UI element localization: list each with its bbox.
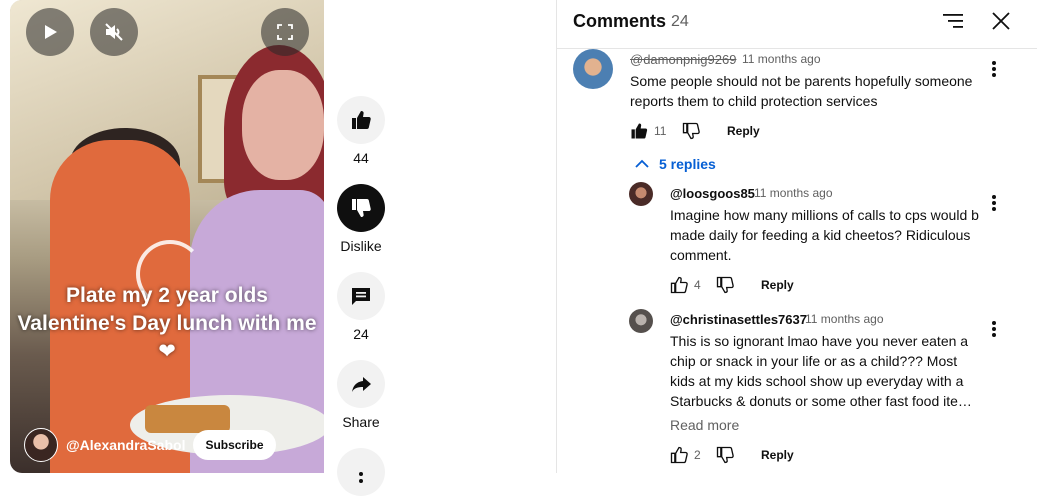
- video-caption: Plate my 2 year olds Valentine's Day lun…: [17, 284, 317, 363]
- more-vert-icon: [992, 61, 996, 77]
- more-actions-button[interactable]: [337, 448, 385, 496]
- reply-dislike-button[interactable]: [713, 273, 737, 297]
- comment-text: Some people should not be parents hopefu…: [630, 73, 973, 109]
- share-icon: [352, 377, 371, 392]
- fullscreen-button[interactable]: [261, 8, 309, 56]
- reply-reply-button[interactable]: Reply: [761, 448, 794, 462]
- reply-avatar[interactable]: [629, 309, 653, 333]
- share-button[interactable]: [337, 360, 385, 408]
- comment-menu-button[interactable]: [984, 57, 1004, 81]
- thumbs-up-icon: [670, 446, 688, 464]
- thumbs-down-icon: [682, 122, 700, 140]
- comment-reply-button[interactable]: Reply: [727, 124, 760, 138]
- reply-text: This is so ignorant lmao have you never …: [670, 333, 972, 409]
- more-vert-icon: [992, 195, 996, 211]
- fullscreen-icon: [277, 24, 293, 40]
- comments-title: Comments: [573, 11, 667, 31]
- reply-dislike-button[interactable]: [713, 443, 737, 467]
- more-vert-icon: [359, 472, 363, 483]
- close-icon: [992, 12, 1010, 30]
- like-button[interactable]: [337, 96, 385, 144]
- thumbs-up-icon: [670, 276, 688, 294]
- sort-button[interactable]: [941, 9, 965, 33]
- reply-time[interactable]: 11 months ago: [754, 186, 833, 200]
- comments-button[interactable]: [337, 272, 385, 320]
- comment-like-button[interactable]: [627, 119, 651, 143]
- reply-menu-button[interactable]: [984, 191, 1004, 215]
- chevron-up-icon: [635, 159, 649, 168]
- dislike-label: Dislike: [340, 238, 382, 254]
- thumbs-up-icon: [352, 111, 371, 129]
- comment-dislike-button[interactable]: [679, 119, 703, 143]
- comment-avatar[interactable]: [573, 49, 613, 89]
- reply-time[interactable]: 11 months ago: [805, 312, 884, 326]
- replies-toggle[interactable]: 5 replies: [635, 156, 716, 172]
- subscribe-button[interactable]: Subscribe: [193, 430, 276, 460]
- reply-avatar[interactable]: [629, 182, 653, 206]
- reply-text: Imagine how many millions of calls to cp…: [670, 207, 979, 263]
- thumbs-down-icon: [716, 276, 734, 294]
- channel-row: @AlexandraSabol Subscribe: [24, 428, 276, 462]
- read-more-link[interactable]: Read more: [670, 417, 739, 433]
- channel-avatar[interactable]: [24, 428, 58, 462]
- reply-reply-button[interactable]: Reply: [761, 278, 794, 292]
- reply-like-button[interactable]: [667, 443, 691, 467]
- dislike-button[interactable]: [337, 184, 385, 232]
- like-count: 44: [353, 150, 369, 166]
- comments-header: Comments 24: [557, 0, 1037, 49]
- comment-count: 24: [353, 326, 369, 342]
- channel-name[interactable]: @AlexandraSabol: [66, 437, 185, 453]
- reply-menu-button[interactable]: [984, 317, 1004, 341]
- comment-author[interactable]: @damonpnig9269: [630, 52, 736, 67]
- play-icon: [45, 25, 57, 39]
- video-person-face: [242, 70, 324, 180]
- replies-toggle-label: 5 replies: [659, 156, 716, 172]
- thumbs-down-icon: [716, 446, 734, 464]
- share-label: Share: [342, 414, 380, 430]
- more-vert-icon: [992, 321, 996, 337]
- comment-like-count: 11: [654, 124, 667, 138]
- comments-panel: Comments 24 @damonpnig9269 11 months ago…: [556, 0, 1037, 473]
- reply-author[interactable]: @christinasettles7637: [670, 312, 807, 327]
- close-button[interactable]: [989, 9, 1013, 33]
- comment-time[interactable]: 11 months ago: [742, 52, 821, 66]
- reply-like-count: 4: [694, 278, 701, 292]
- mute-button[interactable]: [90, 8, 138, 56]
- thumbs-down-icon: [352, 199, 371, 217]
- reply-author[interactable]: @loosgoos85: [670, 186, 755, 201]
- comment-icon: [352, 288, 370, 305]
- thumbs-up-icon: [631, 123, 648, 139]
- mute-icon: [105, 23, 123, 41]
- play-button[interactable]: [26, 8, 74, 56]
- reply-like-count: 2: [694, 448, 701, 462]
- sort-icon: [943, 14, 963, 28]
- reply-like-button[interactable]: [667, 273, 691, 297]
- comments-count: 24: [671, 13, 689, 30]
- short-video-player[interactable]: Plate my 2 year olds Valentine's Day lun…: [10, 0, 324, 473]
